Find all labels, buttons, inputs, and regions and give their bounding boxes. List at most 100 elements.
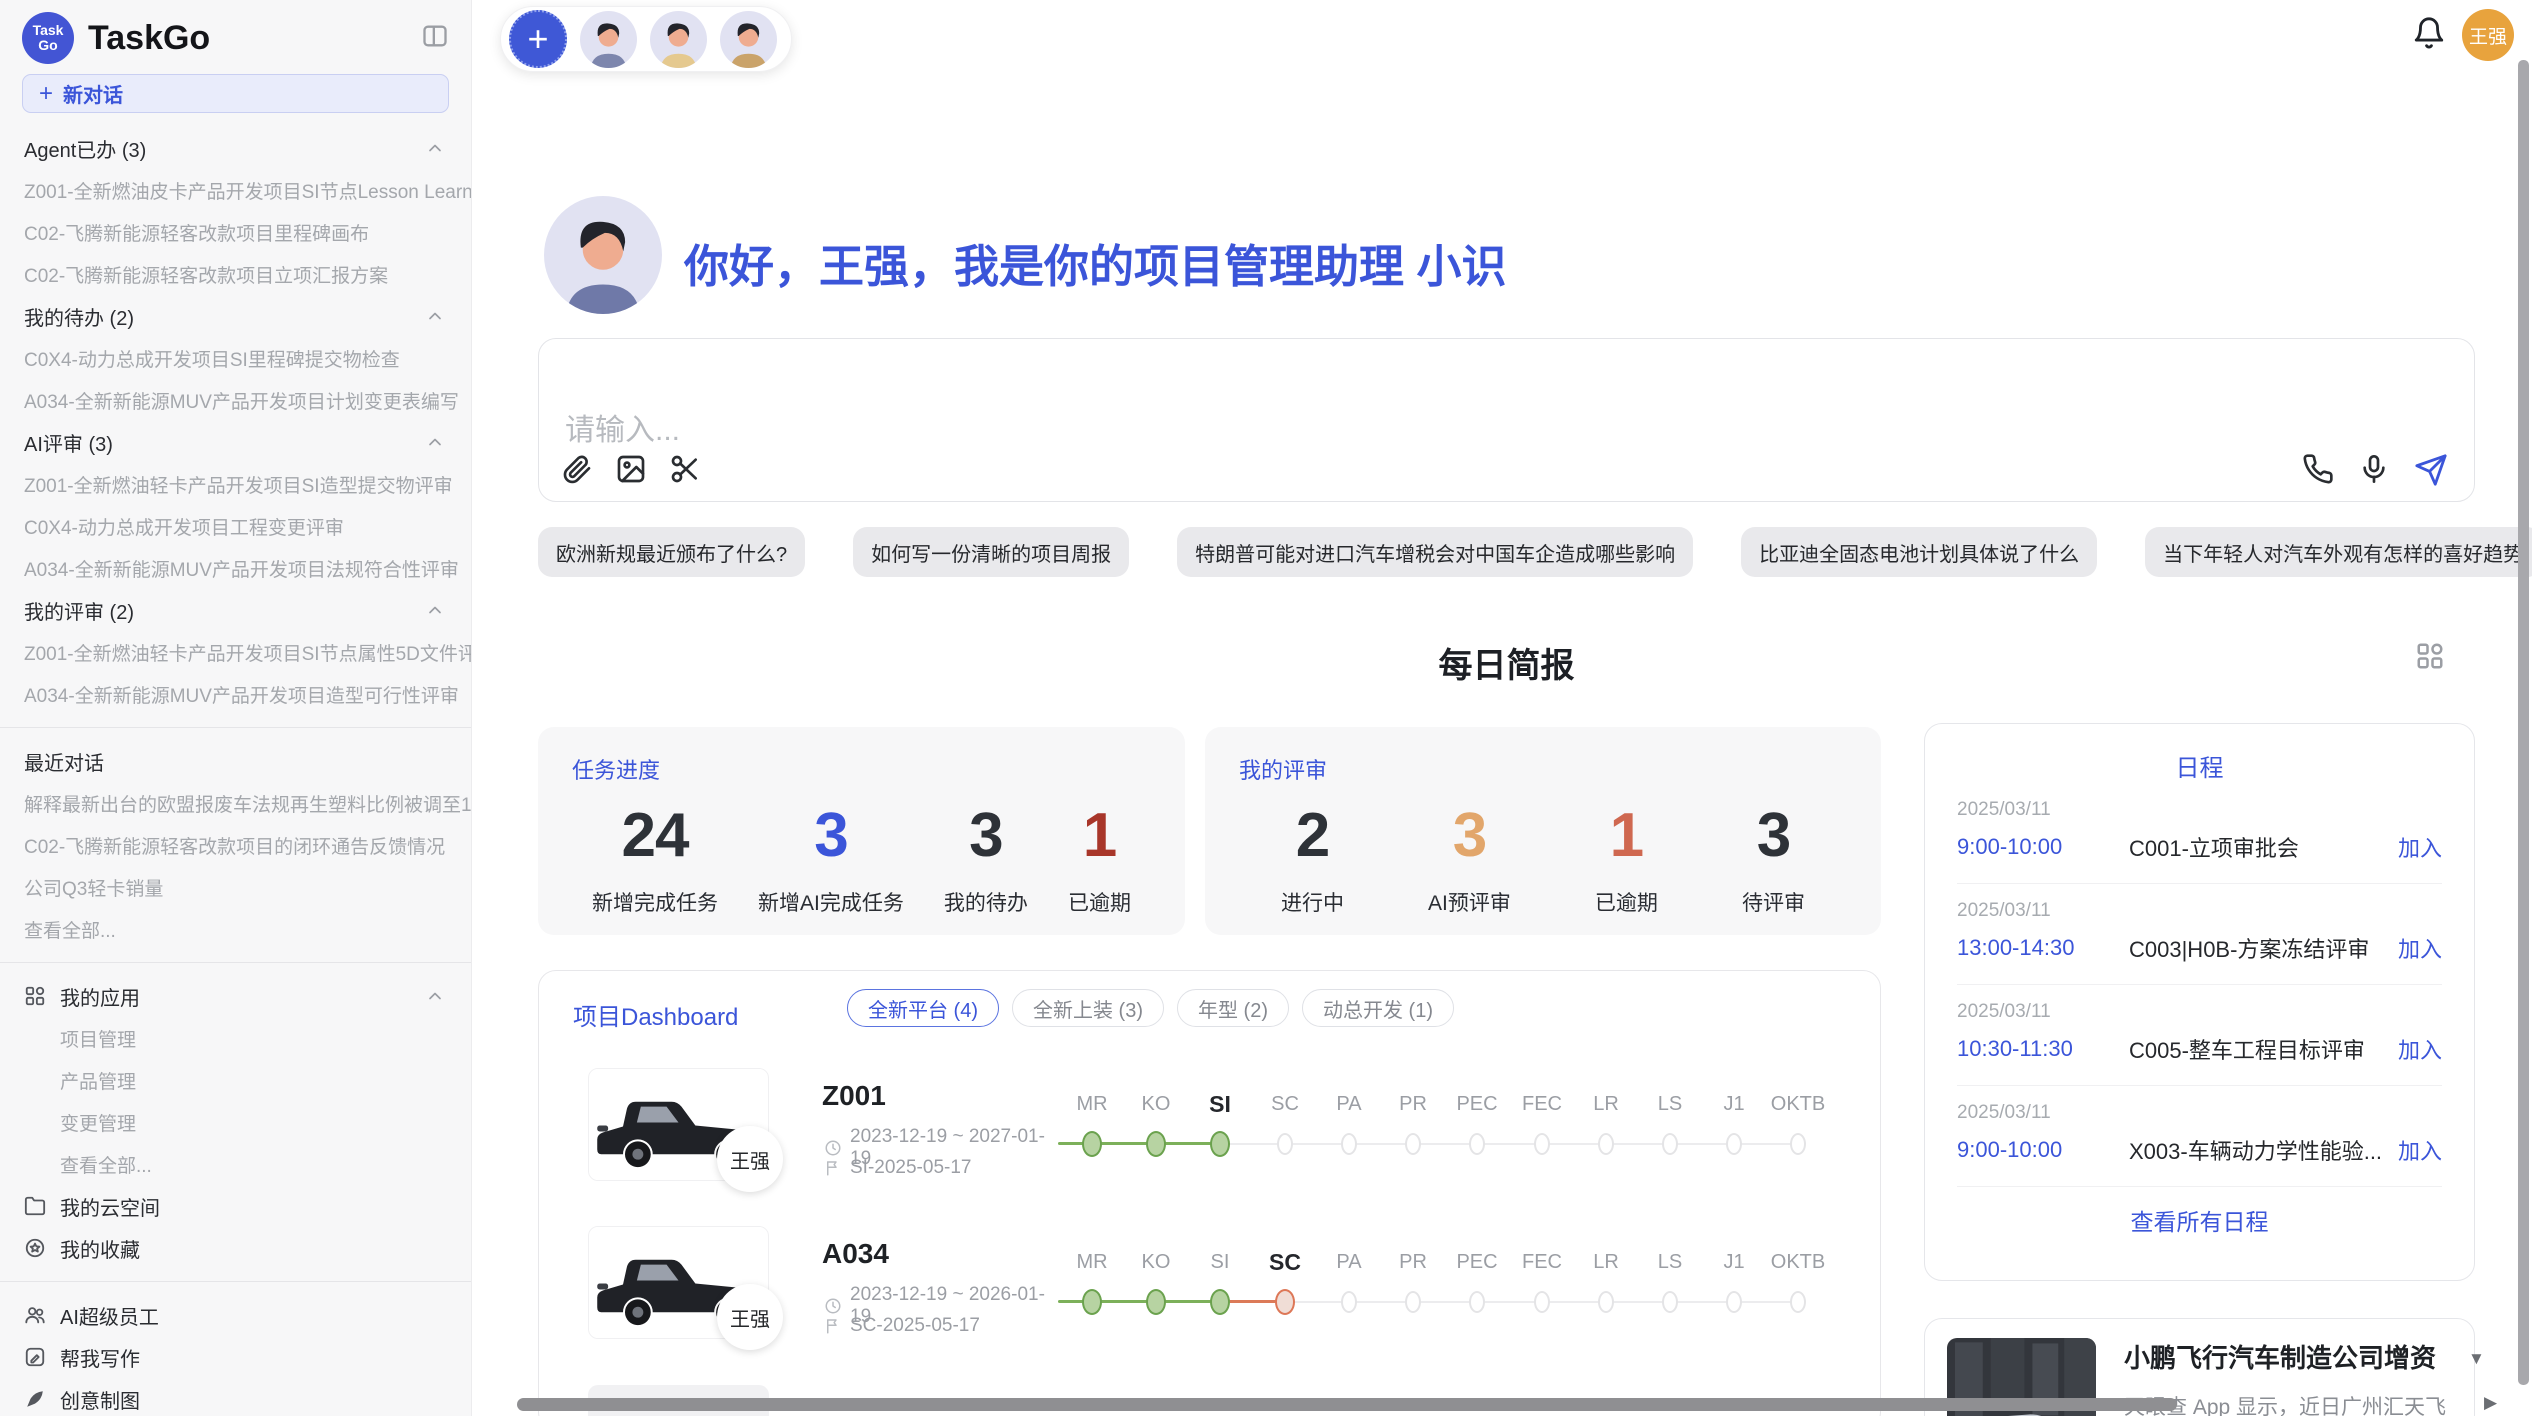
scissors-icon[interactable] <box>669 453 703 487</box>
filter-powertrain[interactable]: 动总开发 (1) <box>1302 989 1454 1027</box>
send-icon[interactable] <box>2414 453 2448 487</box>
app-link-change-mgmt[interactable]: 变更管理 <box>0 1101 471 1143</box>
new-chat-button[interactable]: + 新对话 <box>22 74 449 113</box>
stat-ai-done: 3 新增AI完成任务 <box>758 803 904 917</box>
section-my-review[interactable]: 我的评审 (2) <box>0 589 471 631</box>
milestone-label-current: SC <box>1269 1249 1301 1275</box>
filter-new-platform[interactable]: 全新平台 (4) <box>847 989 999 1027</box>
assistant-avatar[interactable] <box>650 11 707 68</box>
section-title: 我的待办 (2) <box>24 302 134 331</box>
milestone-label: KO <box>1142 1249 1171 1275</box>
chevron-up-icon[interactable] <box>425 138 445 163</box>
horizontal-scrollbar-thumb[interactable] <box>517 1398 2177 1411</box>
milestone-label-current: SI <box>1209 1091 1231 1117</box>
milestone-label: PEC <box>1456 1249 1497 1275</box>
sidebar-item-ai-super-staff[interactable]: AI超级员工 <box>0 1294 471 1336</box>
suggestion-chip[interactable]: 当下年轻人对汽车外观有怎样的喜好趋势 <box>2145 527 2532 577</box>
suggestion-chip[interactable]: 欧洲新规最近颁布了什么? <box>538 527 805 577</box>
schedule-item[interactable]: 2025/03/11 9:00-10:00 C001-立项审批会 加入 <box>1957 783 2442 884</box>
recent-chat-item[interactable]: C02-飞腾新能源轻客改款项目的闭环通告反馈情况 <box>0 824 471 866</box>
suggestion-chip[interactable]: 特朗普可能对进口汽车增税会对中国车企造成哪些影响 <box>1177 527 1693 577</box>
sidebar-task-item[interactable]: Z001-全新燃油轻卡产品开发项目SI节点属性5D文件评审 <box>0 631 471 673</box>
join-button[interactable]: 加入 <box>2398 1033 2442 1065</box>
chat-composer[interactable]: 请输入... <box>538 338 2475 502</box>
join-button[interactable]: 加入 <box>2398 932 2442 964</box>
assistant-avatar[interactable] <box>720 11 777 68</box>
dashboard-title: 项目Dashboard <box>573 997 738 1032</box>
scroll-down-arrow[interactable]: ▼ <box>2468 1350 2485 1367</box>
sidebar-item-help-me-write[interactable]: 帮我写作 <box>0 1336 471 1378</box>
milestone-dot-pending <box>1277 1133 1293 1155</box>
sidebar-task-item[interactable]: C0X4-动力总成开发项目SI里程碑提交物检查 <box>0 337 471 379</box>
project-dashboard-card: 项目Dashboard 全新平台 (4) 全新上装 (3) 年型 (2) 动总开… <box>538 970 1881 1416</box>
clock-icon <box>824 1297 842 1315</box>
app-link-project-mgmt[interactable]: 项目管理 <box>0 1017 471 1059</box>
add-assistant-button[interactable]: + <box>509 10 567 68</box>
chevron-up-icon[interactable] <box>425 306 445 331</box>
microphone-icon[interactable] <box>2358 453 2392 487</box>
project-row[interactable]: 王强 Z001 2023-12-19 ~ 2027-01-19 SI-2025-… <box>588 1068 1058 1198</box>
schedule-item[interactable]: 2025/03/11 10:30-11:30 C005-整车工程目标评审 加入 <box>1957 985 2442 1086</box>
sidebar: Task Go TaskGo + 新对话 Agent已办 (3) Z001-全新… <box>0 0 472 1416</box>
section-agent-done[interactable]: Agent已办 (3) <box>0 127 471 169</box>
chevron-up-icon[interactable] <box>425 432 445 457</box>
project-row[interactable]: 王强 A034 2023-12-19 ~ 2026-01-19 SC-2025-… <box>588 1226 1058 1356</box>
sidebar-item-cloud-space[interactable]: 我的云空间 <box>0 1185 471 1227</box>
image-icon[interactable] <box>615 453 649 487</box>
sidebar-item-creative-drawing[interactable]: 创意制图 <box>0 1378 471 1416</box>
recent-chats-view-all[interactable]: 查看全部... <box>0 908 471 950</box>
scroll-right-arrow[interactable]: ▶ <box>2484 1394 2497 1411</box>
paperclip-icon[interactable] <box>561 453 595 487</box>
sidebar-task-item[interactable]: A034-全新新能源MUV产品开发项目造型可行性评审 <box>0 673 471 715</box>
sidebar-task-item[interactable]: A034-全新新能源MUV产品开发项目计划变更表编写 <box>0 379 471 421</box>
user-avatar[interactable]: 王强 <box>2462 9 2514 61</box>
sidebar-item-label: 我的云空间 <box>60 1192 160 1221</box>
schedule-item[interactable]: 2025/03/11 9:00-10:00 X003-车辆动力学性能验... 加… <box>1957 1086 2442 1187</box>
schedule-item[interactable]: 2025/03/11 13:00-14:30 C003|H0B-方案冻结评审 加… <box>1957 884 2442 985</box>
milestone-label: OKTB <box>1771 1091 1825 1117</box>
stat-overdue: 1 已逾期 <box>1595 803 1658 917</box>
chevron-up-icon[interactable] <box>425 986 445 1012</box>
task-progress-card: 任务进度 24 新增完成任务 3 新增AI完成任务 3 我的待办 1 已逾期 <box>538 727 1185 935</box>
apps-view-all[interactable]: 查看全部... <box>0 1143 471 1185</box>
stat-in-progress: 2 进行中 <box>1281 803 1344 917</box>
stats-row: 24 新增完成任务 3 新增AI完成任务 3 我的待办 1 已逾期 <box>572 803 1151 917</box>
milestone-label: OKTB <box>1771 1249 1825 1275</box>
suggestion-chip[interactable]: 如何写一份清晰的项目周报 <box>853 527 1129 577</box>
recent-chat-item[interactable]: 公司Q3轻卡销量 <box>0 866 471 908</box>
section-ai-review[interactable]: AI评审 (3) <box>0 421 471 463</box>
app-link-product-mgmt[interactable]: 产品管理 <box>0 1059 471 1101</box>
sidebar-item-label: 我的应用 <box>60 982 140 1011</box>
project-owner-avatar: 王强 <box>717 1126 783 1192</box>
assistant-avatar[interactable] <box>580 11 637 68</box>
recent-chat-item[interactable]: 解释最新出台的欧盟报废车法规再生塑料比例被调至15%... <box>0 782 471 824</box>
briefing-layout-icon[interactable] <box>2415 641 2445 671</box>
sidebar-item-favorites[interactable]: 我的收藏 <box>0 1227 471 1269</box>
chevron-up-icon[interactable] <box>425 600 445 625</box>
filter-model-year[interactable]: 年型 (2) <box>1177 989 1289 1027</box>
milestone-dot-pending <box>1598 1133 1614 1155</box>
section-my-todo[interactable]: 我的待办 (2) <box>0 295 471 337</box>
milestone-label: PA <box>1336 1091 1361 1117</box>
join-button[interactable]: 加入 <box>2398 831 2442 863</box>
filter-new-body[interactable]: 全新上装 (3) <box>1012 989 1164 1027</box>
schedule-time: 13:00-14:30 <box>1957 935 2129 961</box>
stat-value: 2 <box>1281 803 1344 869</box>
sidebar-task-item[interactable]: C02-飞腾新能源轻客改款项目立项汇报方案 <box>0 253 471 295</box>
join-button[interactable]: 加入 <box>2398 1134 2442 1166</box>
milestone-label: PR <box>1399 1091 1427 1117</box>
schedule-name: C003|H0B-方案冻结评审 <box>2129 932 2398 964</box>
notifications-bell-icon[interactable] <box>2412 16 2448 52</box>
suggestion-chip[interactable]: 比亚迪全固态电池计划具体说了什么 <box>1741 527 2097 577</box>
sidebar-task-item[interactable]: A034-全新新能源MUV产品开发项目法规符合性评审 <box>0 547 471 589</box>
sidebar-task-item[interactable]: Z001-全新燃油皮卡产品开发项目SI节点Lesson Learn报告 <box>0 169 471 211</box>
logo-text-bottom: Go <box>38 38 57 53</box>
collapse-sidebar-icon[interactable] <box>421 22 449 55</box>
sidebar-task-item[interactable]: Z001-全新燃油轻卡产品开发项目SI造型提交物评审 <box>0 463 471 505</box>
view-all-schedule-link[interactable]: 查看所有日程 <box>1957 1203 2442 1237</box>
sidebar-task-item[interactable]: C0X4-动力总成开发项目工程变更评审 <box>0 505 471 547</box>
phone-icon[interactable] <box>2302 453 2336 487</box>
vertical-scrollbar-thumb[interactable] <box>2518 60 2529 1385</box>
sidebar-item-my-apps[interactable]: 我的应用 <box>0 975 471 1017</box>
sidebar-task-item[interactable]: C02-飞腾新能源轻客改款项目里程碑画布 <box>0 211 471 253</box>
